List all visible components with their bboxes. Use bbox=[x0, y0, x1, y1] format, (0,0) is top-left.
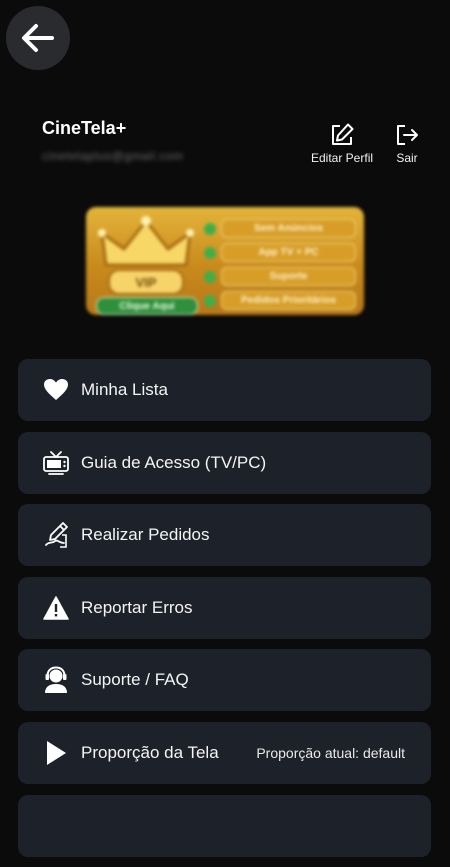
menu-item-partial[interactable] bbox=[18, 794, 431, 857]
aspect-ratio-value: Proporção atual: default bbox=[256, 744, 405, 761]
menu-list: Minha Lista Guia de Acesso (TV/PC) Reali bbox=[18, 359, 431, 867]
crown-icon bbox=[98, 216, 194, 267]
edit-profile-label: Editar Perfil bbox=[311, 151, 374, 165]
logout-icon bbox=[397, 125, 418, 145]
logout-label: Sair bbox=[396, 151, 418, 165]
vip-feature-label: App TV + PC bbox=[221, 243, 356, 262]
menu-item-reportar-erros[interactable]: Reportar Erros bbox=[18, 576, 431, 639]
profile-email: cinetelaplus@gmail.com bbox=[42, 149, 184, 163]
vip-feature-label: Pedidos Prioritários bbox=[221, 291, 356, 310]
menu-item-label: Reportar Erros bbox=[81, 597, 193, 617]
menu-item-realizar-pedidos[interactable]: Realizar Pedidos bbox=[18, 504, 431, 567]
menu-item-label: Realizar Pedidos bbox=[81, 525, 210, 545]
arrow-left-icon bbox=[22, 24, 54, 52]
menu-item-label: Guia de Acesso (TV/PC) bbox=[81, 452, 267, 472]
vip-badge: VIP bbox=[108, 269, 184, 295]
heart-icon bbox=[42, 376, 70, 404]
edit-icon bbox=[332, 123, 354, 145]
warning-icon bbox=[42, 594, 70, 622]
check-icon bbox=[204, 294, 216, 307]
edit-request-icon bbox=[42, 521, 70, 549]
vip-feature-list: Sem Anúncios App TV + PC Suporte Pedidos… bbox=[204, 219, 356, 310]
menu-item-suporte-faq[interactable]: Suporte / FAQ bbox=[18, 649, 431, 712]
menu-item-minha-lista[interactable]: Minha Lista bbox=[18, 359, 431, 421]
vip-banner[interactable]: VIP Clique Aqui Sem Anúncios App TV + PC… bbox=[86, 207, 364, 315]
play-icon bbox=[42, 739, 70, 767]
check-icon bbox=[204, 270, 216, 283]
profile-info: CineTela+ cinetelaplus@gmail.com bbox=[42, 118, 183, 163]
check-icon bbox=[204, 222, 216, 235]
vip-feature: Pedidos Prioritários bbox=[204, 291, 356, 310]
vip-feature-label: Sem Anúncios bbox=[221, 219, 356, 238]
vip-feature-label: Suporte bbox=[221, 267, 356, 286]
support-agent-icon bbox=[42, 666, 70, 694]
logout-button[interactable]: Sair bbox=[394, 122, 420, 165]
tv-icon bbox=[42, 449, 70, 477]
vip-feature: Sem Anúncios bbox=[204, 219, 356, 238]
menu-item-label: Suporte / FAQ bbox=[81, 670, 189, 690]
vip-cta-button[interactable]: Clique Aqui bbox=[96, 297, 198, 315]
profile-name: CineTela+ bbox=[42, 118, 127, 138]
back-button[interactable] bbox=[6, 6, 70, 70]
edit-profile-button[interactable]: Editar Perfil bbox=[311, 122, 373, 165]
vip-feature: App TV + PC bbox=[204, 243, 356, 262]
vip-feature: Suporte bbox=[204, 267, 356, 286]
menu-item-guia-acesso[interactable]: Guia de Acesso (TV/PC) bbox=[18, 431, 431, 494]
menu-item-proporcao-tela[interactable]: Proporção da Tela Proporção atual: defau… bbox=[18, 721, 431, 784]
menu-item-label: Minha Lista bbox=[81, 380, 168, 399]
check-icon bbox=[204, 246, 216, 259]
vip-crown-area: VIP Clique Aqui bbox=[94, 215, 198, 315]
menu-item-label: Proporção da Tela bbox=[81, 742, 219, 762]
